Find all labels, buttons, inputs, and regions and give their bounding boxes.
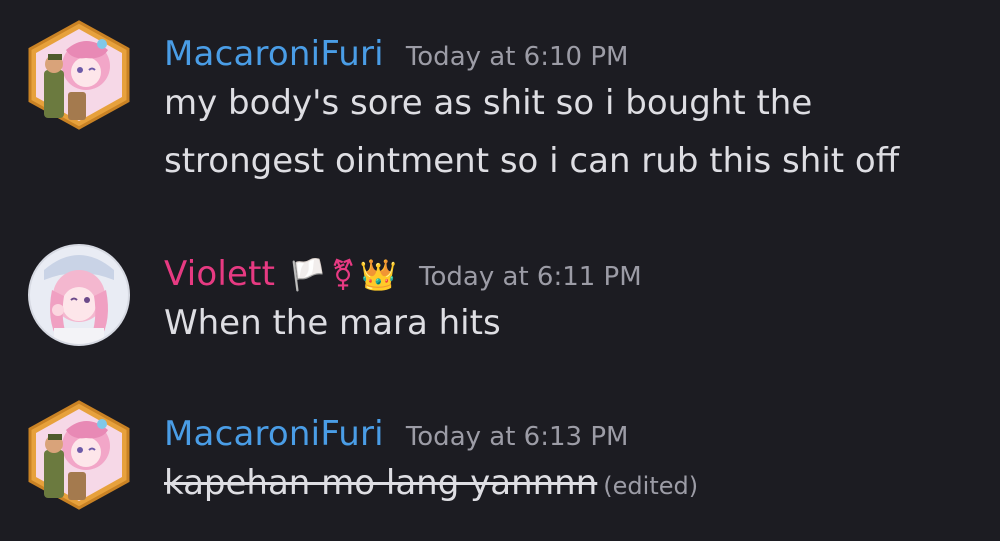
timestamp[interactable]: Today at 6:10 PM xyxy=(406,42,629,72)
message-text-line: strongest ointment so i can rub this shi… xyxy=(164,141,900,181)
anime-avatar-hexagon-frame-icon xyxy=(28,400,130,510)
chat-message: Violett 🏳️ ⚧ 👑 Today at 6:11 PM When the… xyxy=(0,240,1000,360)
timestamp[interactable]: Today at 6:11 PM xyxy=(419,262,642,292)
crown-icon: 👑 xyxy=(359,258,398,293)
message-text-line: kapehan mo lang yannnn (edited) xyxy=(164,454,698,515)
message-header: MacaroniFuri Today at 6:13 PM xyxy=(164,414,698,454)
strikethrough-text: kapehan mo lang yannnn xyxy=(164,463,598,503)
username[interactable]: Violett xyxy=(164,254,275,294)
username[interactable]: MacaroniFuri xyxy=(164,34,384,74)
user-avatar-macaronifuri[interactable] xyxy=(24,400,134,510)
user-avatar-macaronifuri[interactable] xyxy=(24,20,134,130)
user-badges: 🏳️ ⚧ 👑 xyxy=(289,261,397,291)
message-header: MacaroniFuri Today at 6:10 PM xyxy=(164,34,899,74)
message-content: MacaroniFuri Today at 6:13 PM kapehan mo… xyxy=(164,414,698,515)
message-text-line: When the mara hits xyxy=(164,303,501,343)
edited-label[interactable]: (edited) xyxy=(603,472,698,500)
user-avatar-violett[interactable] xyxy=(24,240,134,350)
message-text-line: my body's sore as shit so i bought the xyxy=(164,83,813,123)
chat-message: MacaroniFuri Today at 6:10 PM my body's … xyxy=(0,20,1000,220)
white-flag-icon: 🏳️ xyxy=(289,258,327,293)
chat-message: MacaroniFuri Today at 6:13 PM kapehan mo… xyxy=(0,400,1000,530)
anime-avatar-circle-icon xyxy=(28,244,130,346)
anime-avatar-hexagon-frame-icon xyxy=(28,20,130,130)
message-content: Violett 🏳️ ⚧ 👑 Today at 6:11 PM When the… xyxy=(164,254,642,352)
message-content: MacaroniFuri Today at 6:10 PM my body's … xyxy=(164,34,899,190)
timestamp[interactable]: Today at 6:13 PM xyxy=(406,422,629,452)
username[interactable]: MacaroniFuri xyxy=(164,414,384,454)
message-header: Violett 🏳️ ⚧ 👑 Today at 6:11 PM xyxy=(164,254,642,294)
chat-message-list: MacaroniFuri Today at 6:10 PM my body's … xyxy=(0,0,1000,541)
transgender-symbol-icon: ⚧ xyxy=(330,258,356,293)
